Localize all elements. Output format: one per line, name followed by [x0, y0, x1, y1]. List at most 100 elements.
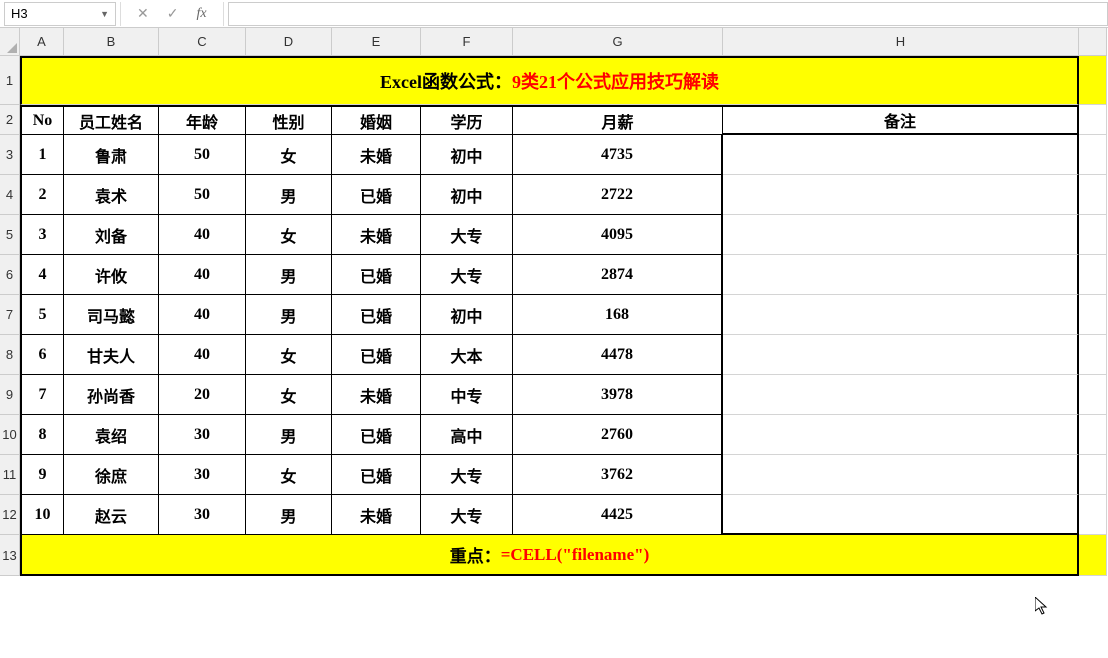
cell-no[interactable]: 7 — [20, 375, 64, 415]
cell-gender[interactable]: 男 — [246, 295, 332, 335]
cell-empty[interactable] — [1079, 135, 1107, 175]
cell-name[interactable]: 司马懿 — [64, 295, 159, 335]
header-no[interactable]: No — [20, 105, 64, 135]
cell-remark[interactable] — [723, 295, 1079, 335]
cell-marital[interactable]: 未婚 — [332, 135, 421, 175]
cell-remark[interactable] — [723, 335, 1079, 375]
cell-remark[interactable] — [723, 455, 1079, 495]
cell-name[interactable]: 甘夫人 — [64, 335, 159, 375]
row-header-12[interactable]: 12 — [0, 495, 20, 535]
name-box[interactable]: H3 ▼ — [4, 2, 116, 26]
cell-edu[interactable]: 大专 — [421, 215, 513, 255]
cell-edu[interactable]: 大本 — [421, 335, 513, 375]
cell-gender[interactable]: 女 — [246, 455, 332, 495]
cell-empty[interactable] — [1079, 375, 1107, 415]
row-header-11[interactable]: 11 — [0, 455, 20, 495]
cell-edu[interactable]: 中专 — [421, 375, 513, 415]
footer-cell[interactable]: 重点：=CELL("filename") — [20, 535, 1079, 576]
cell-gender[interactable]: 女 — [246, 335, 332, 375]
cell-empty[interactable] — [1079, 535, 1107, 576]
cell-no[interactable]: 3 — [20, 215, 64, 255]
cell-marital[interactable]: 已婚 — [332, 255, 421, 295]
cell-marital[interactable]: 未婚 — [332, 495, 421, 535]
row-header-10[interactable]: 10 — [0, 415, 20, 455]
cell-no[interactable]: 6 — [20, 335, 64, 375]
cell-salary[interactable]: 3978 — [513, 375, 723, 415]
row-header-3[interactable]: 3 — [0, 135, 20, 175]
cell-marital[interactable]: 已婚 — [332, 455, 421, 495]
row-header-9[interactable]: 9 — [0, 375, 20, 415]
cell-no[interactable]: 8 — [20, 415, 64, 455]
cell-remark[interactable] — [723, 255, 1079, 295]
cell-name[interactable]: 袁绍 — [64, 415, 159, 455]
cell-gender[interactable]: 男 — [246, 415, 332, 455]
header-edu[interactable]: 学历 — [421, 105, 513, 135]
cell-age[interactable]: 40 — [159, 255, 246, 295]
cell-remark[interactable] — [723, 135, 1079, 175]
cell-no[interactable]: 9 — [20, 455, 64, 495]
cell-name[interactable]: 徐庶 — [64, 455, 159, 495]
cell-empty[interactable] — [1079, 255, 1107, 295]
cell-marital[interactable]: 已婚 — [332, 175, 421, 215]
header-name[interactable]: 员工姓名 — [64, 105, 159, 135]
row-header-7[interactable]: 7 — [0, 295, 20, 335]
cell-salary[interactable]: 2760 — [513, 415, 723, 455]
title-cell[interactable]: Excel函数公式：9类21个公式应用技巧解读 — [20, 56, 1079, 105]
header-gender[interactable]: 性别 — [246, 105, 332, 135]
cell-age[interactable]: 40 — [159, 335, 246, 375]
cell-age[interactable]: 30 — [159, 415, 246, 455]
header-remark[interactable]: 备注 — [723, 105, 1079, 135]
cell-remark[interactable] — [723, 215, 1079, 255]
cell-empty[interactable] — [1079, 455, 1107, 495]
cell-no[interactable]: 4 — [20, 255, 64, 295]
cell-salary[interactable]: 2722 — [513, 175, 723, 215]
cell-age[interactable]: 30 — [159, 495, 246, 535]
cell-name[interactable]: 刘备 — [64, 215, 159, 255]
cell-age[interactable]: 50 — [159, 175, 246, 215]
col-header-C[interactable]: C — [159, 28, 246, 56]
cell-remark[interactable] — [723, 415, 1079, 455]
cell-remark[interactable] — [723, 375, 1079, 415]
cell-salary[interactable]: 4425 — [513, 495, 723, 535]
header-marital[interactable]: 婚姻 — [332, 105, 421, 135]
row-header-13[interactable]: 13 — [0, 535, 20, 576]
row-header-8[interactable]: 8 — [0, 335, 20, 375]
cell-salary[interactable]: 3762 — [513, 455, 723, 495]
cell-no[interactable]: 10 — [20, 495, 64, 535]
cell-empty[interactable] — [1079, 105, 1107, 135]
fx-icon[interactable]: fx — [196, 6, 206, 22]
cell-salary[interactable]: 2874 — [513, 255, 723, 295]
formula-input[interactable] — [228, 2, 1108, 26]
cell-edu[interactable]: 大专 — [421, 255, 513, 295]
cell-name[interactable]: 袁术 — [64, 175, 159, 215]
cell-gender[interactable]: 男 — [246, 255, 332, 295]
header-age[interactable]: 年龄 — [159, 105, 246, 135]
col-header-H[interactable]: H — [723, 28, 1079, 56]
cell-empty[interactable] — [1079, 295, 1107, 335]
cell-marital[interactable]: 已婚 — [332, 335, 421, 375]
cell-gender[interactable]: 女 — [246, 375, 332, 415]
col-header-F[interactable]: F — [421, 28, 513, 56]
cell-remark[interactable] — [723, 175, 1079, 215]
cell-marital[interactable]: 已婚 — [332, 415, 421, 455]
cell-edu[interactable]: 高中 — [421, 415, 513, 455]
cell-no[interactable]: 1 — [20, 135, 64, 175]
select-all-corner[interactable] — [0, 28, 20, 56]
cell-empty[interactable] — [1079, 495, 1107, 535]
row-header-6[interactable]: 6 — [0, 255, 20, 295]
cell-age[interactable]: 40 — [159, 215, 246, 255]
cell-gender[interactable]: 男 — [246, 175, 332, 215]
col-header-A[interactable]: A — [20, 28, 64, 56]
col-header-D[interactable]: D — [246, 28, 332, 56]
cell-name[interactable]: 孙尚香 — [64, 375, 159, 415]
cell-age[interactable]: 40 — [159, 295, 246, 335]
name-box-dropdown-icon[interactable]: ▼ — [100, 9, 109, 19]
cell-salary[interactable]: 4478 — [513, 335, 723, 375]
cell-edu[interactable]: 初中 — [421, 135, 513, 175]
header-salary[interactable]: 月薪 — [513, 105, 723, 135]
row-header-2[interactable]: 2 — [0, 105, 20, 135]
col-header-I[interactable] — [1079, 28, 1107, 56]
row-header-5[interactable]: 5 — [0, 215, 20, 255]
cell-no[interactable]: 2 — [20, 175, 64, 215]
cell-gender[interactable]: 男 — [246, 495, 332, 535]
